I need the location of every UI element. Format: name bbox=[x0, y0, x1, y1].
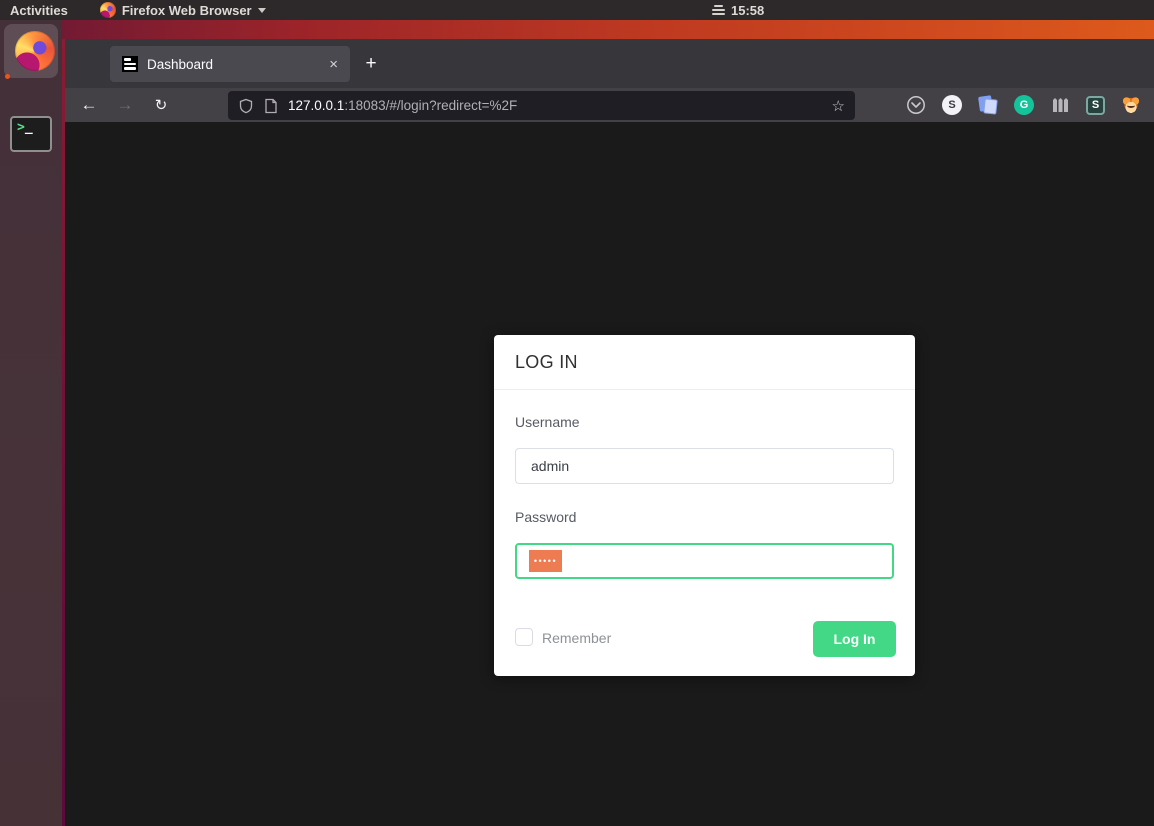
firefox-icon bbox=[99, 2, 116, 18]
login-button[interactable]: Log In bbox=[813, 621, 896, 657]
page-content: LOG IN Username Password ••••• Remember … bbox=[65, 122, 1154, 826]
fence-extension-icon[interactable] bbox=[1050, 95, 1070, 115]
chevron-down-icon bbox=[257, 7, 266, 13]
s-extension-icon[interactable]: S bbox=[942, 95, 962, 115]
notes-extension-icon[interactable] bbox=[978, 95, 998, 115]
grammarly-extension-icon[interactable]: G bbox=[1014, 95, 1034, 115]
desktop-wallpaper-strip bbox=[62, 20, 1154, 39]
username-label: Username bbox=[515, 414, 580, 430]
forward-button: → bbox=[116, 95, 134, 114]
dock-item-terminal[interactable]: > _ bbox=[10, 116, 52, 152]
tab-dashboard[interactable]: Dashboard × bbox=[110, 46, 350, 82]
url-host: 127.0.0.1 bbox=[288, 98, 345, 113]
clock-time: 15:58 bbox=[731, 2, 765, 18]
password-label: Password bbox=[515, 509, 577, 525]
remember-label: Remember bbox=[542, 630, 612, 646]
login-title: LOG IN bbox=[515, 351, 578, 372]
terminal-icon: > bbox=[17, 120, 25, 135]
username-input[interactable] bbox=[515, 448, 894, 484]
password-masked-selection: ••••• bbox=[529, 550, 562, 572]
firefox-icon bbox=[15, 31, 55, 71]
page-info-icon[interactable] bbox=[264, 98, 278, 114]
navigation-toolbar: ← → ↻ 127.0.0.1:18083/#/login?redirect=%… bbox=[65, 88, 1154, 122]
extensions-row: S G S bbox=[906, 88, 1151, 122]
url-bar[interactable]: 127.0.0.1:18083/#/login?redirect=%2F ☆ bbox=[228, 91, 855, 120]
monkey-extension-icon[interactable] bbox=[1121, 95, 1141, 115]
password-input[interactable]: ••••• bbox=[515, 543, 894, 579]
remember-checkbox[interactable] bbox=[515, 628, 533, 646]
weekday-icon bbox=[712, 3, 725, 17]
bookmark-star-icon[interactable]: ☆ bbox=[832, 97, 845, 115]
card-header: LOG IN bbox=[494, 335, 915, 390]
clock[interactable]: 15:58 bbox=[712, 0, 764, 20]
tab-bar: Dashboard × + bbox=[65, 39, 1154, 88]
dashboard-favicon-icon bbox=[122, 56, 138, 72]
url-text[interactable]: 127.0.0.1:18083/#/login?redirect=%2F bbox=[288, 98, 832, 113]
new-tab-button[interactable]: + bbox=[358, 51, 384, 77]
dock-item-firefox[interactable] bbox=[4, 24, 58, 79]
singlefile-extension-icon[interactable]: S bbox=[1086, 95, 1105, 115]
running-indicator-dot bbox=[5, 74, 10, 79]
url-path: :18083/#/login?redirect=%2F bbox=[344, 98, 518, 113]
tab-title: Dashboard bbox=[147, 56, 214, 72]
app-menu[interactable]: Firefox Web Browser bbox=[99, 2, 266, 18]
firefox-window: Dashboard × + ← → ↻ 127.0.0.1:18083/#/lo… bbox=[65, 39, 1154, 826]
login-card: LOG IN Username Password ••••• Remember … bbox=[494, 335, 915, 676]
gnome-top-panel: Activities Firefox Web Browser 15:58 bbox=[0, 0, 1154, 20]
reload-button[interactable]: ↻ bbox=[146, 96, 176, 114]
ubuntu-dock: > _ bbox=[0, 20, 62, 826]
app-menu-label: Firefox Web Browser bbox=[121, 2, 252, 18]
tracking-shield-icon[interactable] bbox=[238, 98, 254, 114]
tab-close-icon[interactable]: × bbox=[327, 56, 340, 73]
activities-button[interactable]: Activities bbox=[0, 0, 78, 20]
note-sheet bbox=[983, 98, 998, 115]
pocket-extension-icon[interactable] bbox=[906, 95, 926, 115]
back-button[interactable]: ← bbox=[74, 95, 104, 115]
